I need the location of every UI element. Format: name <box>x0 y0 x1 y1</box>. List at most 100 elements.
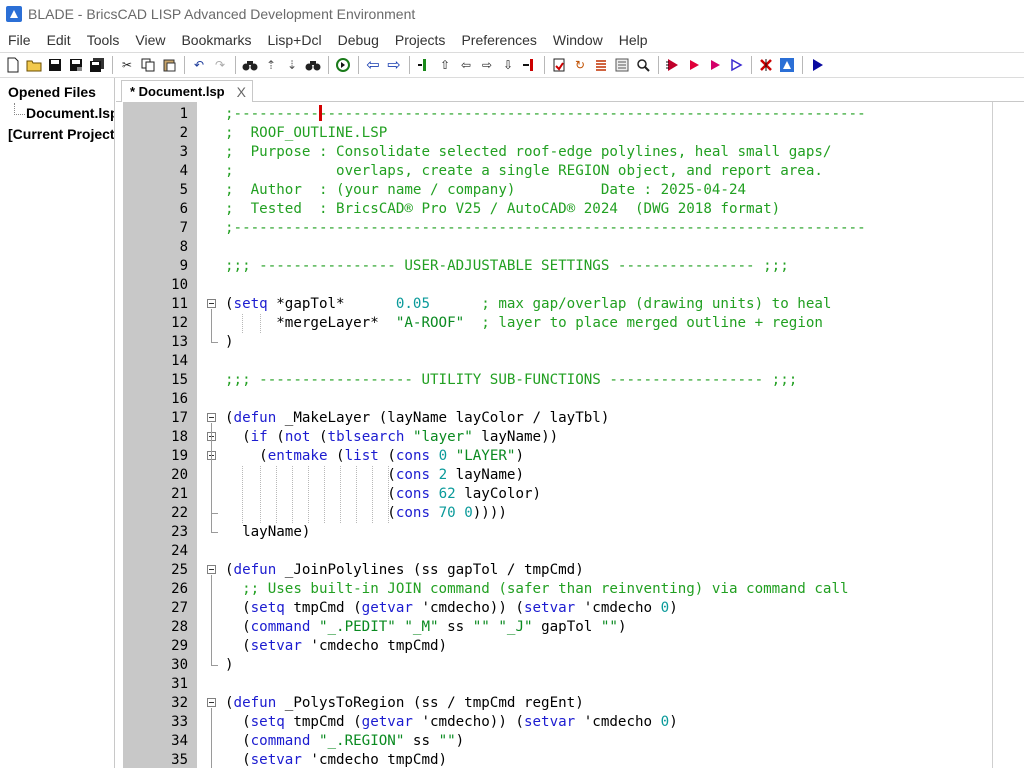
menu-edit[interactable]: Edit <box>39 28 79 52</box>
code-line[interactable]: 10 <box>116 276 1024 295</box>
menu-projects[interactable]: Projects <box>387 28 454 52</box>
code-line[interactable]: 2 ; ROOF_OUTLINE.LSP <box>116 124 1024 143</box>
run-icon[interactable] <box>663 55 683 75</box>
code-line[interactable]: 35 (setvar 'cmdecho tmpCmd) <box>116 751 1024 768</box>
code-line[interactable]: 14 <box>116 352 1024 371</box>
cut-icon[interactable]: ✂ <box>117 55 137 75</box>
continue-icon[interactable] <box>726 55 746 75</box>
menu-debug[interactable]: Debug <box>330 28 387 52</box>
code-line[interactable]: 29 (setvar 'cmdecho tmpCmd) <box>116 637 1024 656</box>
tab-document-lsp[interactable]: * Document.lsp X <box>121 80 253 102</box>
code-line[interactable]: 3 ; Purpose : Consolidate selected roof‐e… <box>116 143 1024 162</box>
back-icon[interactable]: ⇦ <box>363 55 383 75</box>
code-line[interactable]: 12 *mergeLayer* "A-ROOF" ; layer to plac… <box>116 314 1024 333</box>
indent-guide <box>242 314 243 333</box>
code-line[interactable]: 11 (setq *gapTol* 0.05 ; max gap/overlap … <box>116 295 1024 314</box>
exit-icon[interactable] <box>519 55 539 75</box>
step-down-icon[interactable]: ⇩ <box>498 55 518 75</box>
step-up-icon[interactable]: ⇧ <box>435 55 455 75</box>
menu-lisp-dcl[interactable]: Lisp+Dcl <box>260 28 330 52</box>
open-folder-icon[interactable] <box>24 55 44 75</box>
fold-toggle-icon[interactable] <box>207 413 216 422</box>
tree-node-current-project[interactable]: [Current Project] <box>0 124 114 145</box>
menu-file[interactable]: File <box>0 28 39 52</box>
find-icon[interactable] <box>240 55 260 75</box>
play-icon[interactable] <box>807 55 827 75</box>
code-line[interactable]: 16 <box>116 390 1024 409</box>
save-all-icon[interactable] <box>87 55 107 75</box>
indent-guide <box>260 466 261 523</box>
line-number: 14 <box>171 353 188 369</box>
menu-window[interactable]: Window <box>545 28 611 52</box>
code-line[interactable]: 33 (setq tmpCmd (getvar 'cmdecho)) (setv… <box>116 713 1024 732</box>
code-line[interactable]: 31 <box>116 675 1024 694</box>
code-editor[interactable]: 1 ;--------------------------------------… <box>116 102 1024 768</box>
menu-bookmarks[interactable]: Bookmarks <box>173 28 259 52</box>
code-line[interactable]: 15 ;;; ------------------ UTILITY SUB‐FUN… <box>116 371 1024 390</box>
save-as-icon[interactable] <box>66 55 86 75</box>
code-line[interactable]: 18 (if (not (tblsearch "layer" layName)) <box>116 428 1024 447</box>
code-line[interactable]: 21 (cons 62 layColor) <box>116 485 1024 504</box>
copy-icon[interactable] <box>138 55 158 75</box>
code-text: (setvar 'cmdecho tmpCmd) <box>225 637 447 656</box>
code-line[interactable]: 23 layName) <box>116 523 1024 542</box>
code-line[interactable]: 27 (setq tmpCmd (getvar 'cmdecho)) (setv… <box>116 599 1024 618</box>
stop-icon[interactable] <box>756 55 776 75</box>
undo-icon[interactable]: ↶ <box>189 55 209 75</box>
menu-help[interactable]: Help <box>611 28 656 52</box>
code-line[interactable]: 7 ;--------------------------------------… <box>116 219 1024 238</box>
find-in-files-icon[interactable] <box>303 55 323 75</box>
start-debug-icon[interactable] <box>705 55 725 75</box>
new-file-icon[interactable] <box>3 55 23 75</box>
code-line[interactable]: 24 <box>116 542 1024 561</box>
find-up-icon[interactable]: ⇡ <box>261 55 281 75</box>
code-line[interactable]: 22 (cons 70 0)))) <box>116 504 1024 523</box>
code-line[interactable]: 25 (defun _JoinPolylines (ss gapTol / tmp… <box>116 561 1024 580</box>
zoom-icon[interactable] <box>633 55 653 75</box>
code-line[interactable]: 19 (entmake (list (cons 0 "LAYER") <box>116 447 1024 466</box>
menu-tools[interactable]: Tools <box>79 28 128 52</box>
save-icon[interactable] <box>45 55 65 75</box>
code-token: 'cmdecho <box>575 714 661 730</box>
step-left-icon[interactable]: ⇦ <box>456 55 476 75</box>
code-line[interactable]: 13) <box>116 333 1024 352</box>
menu-view[interactable]: View <box>127 28 173 52</box>
code-line[interactable]: 32 (defun _PolysToRegion (ss / tmpCmd reg… <box>116 694 1024 713</box>
step-right-icon[interactable]: ⇨ <box>477 55 497 75</box>
code-line[interactable]: 28 (command "_.PEDIT" "_M" ss "" "_J" ga… <box>116 618 1024 637</box>
code-line[interactable]: 9 ;;; ---------------- USER‐ADJUSTABLE SE… <box>116 257 1024 276</box>
code-line[interactable]: 4 ; overlaps, create a single REGION obje… <box>116 162 1024 181</box>
code-line[interactable]: 6 ; Tested : BricsCAD® Pro V25 / AutoCAD®… <box>116 200 1024 219</box>
list-icon[interactable] <box>612 55 632 75</box>
fold-toggle-icon[interactable] <box>207 698 216 707</box>
tree-node-opened-files[interactable]: Opened Files <box>0 82 114 103</box>
code-line[interactable]: 17 (defun _MakeLayer (layName layColor / … <box>116 409 1024 428</box>
format-icon[interactable]: ↻ <box>570 55 590 75</box>
add-bookmark-icon[interactable] <box>414 55 434 75</box>
bricscad-icon[interactable] <box>777 55 797 75</box>
code-line[interactable]: 20 (cons 2 layName) <box>116 466 1024 485</box>
code-token: 0 <box>464 505 473 521</box>
tree-node-document[interactable]: Document.lsp <box>0 103 114 124</box>
code-line[interactable]: 26 ;; Uses built‐in JOIN command (safer … <box>116 580 1024 599</box>
code-line[interactable]: 5 ; Author : (your name / company) Date :… <box>116 181 1024 200</box>
find-down-icon[interactable]: ⇣ <box>282 55 302 75</box>
code-line[interactable]: 34 (command "_.REGION" ss "") <box>116 732 1024 751</box>
fold-toggle-icon[interactable] <box>207 565 216 574</box>
goto-icon[interactable] <box>333 55 353 75</box>
comment-icon[interactable] <box>591 55 611 75</box>
run-selection-icon[interactable] <box>684 55 704 75</box>
redo-icon[interactable]: ↷ <box>210 55 230 75</box>
code-line[interactable]: 30) <box>116 656 1024 675</box>
close-tab-icon[interactable]: X <box>237 84 246 100</box>
code-line[interactable]: 8 <box>116 238 1024 257</box>
paste-icon[interactable] <box>159 55 179 75</box>
load-icon[interactable] <box>549 55 569 75</box>
code-token: "_.REGION" <box>318 733 405 749</box>
fold-toggle-icon[interactable] <box>207 299 216 308</box>
code-line[interactable]: 1 ;--------------------------------------… <box>116 105 1024 124</box>
code-token: "A-ROOF" <box>395 315 465 331</box>
forward-icon[interactable]: ⇨ <box>384 55 404 75</box>
menu-preferences[interactable]: Preferences <box>453 28 544 52</box>
